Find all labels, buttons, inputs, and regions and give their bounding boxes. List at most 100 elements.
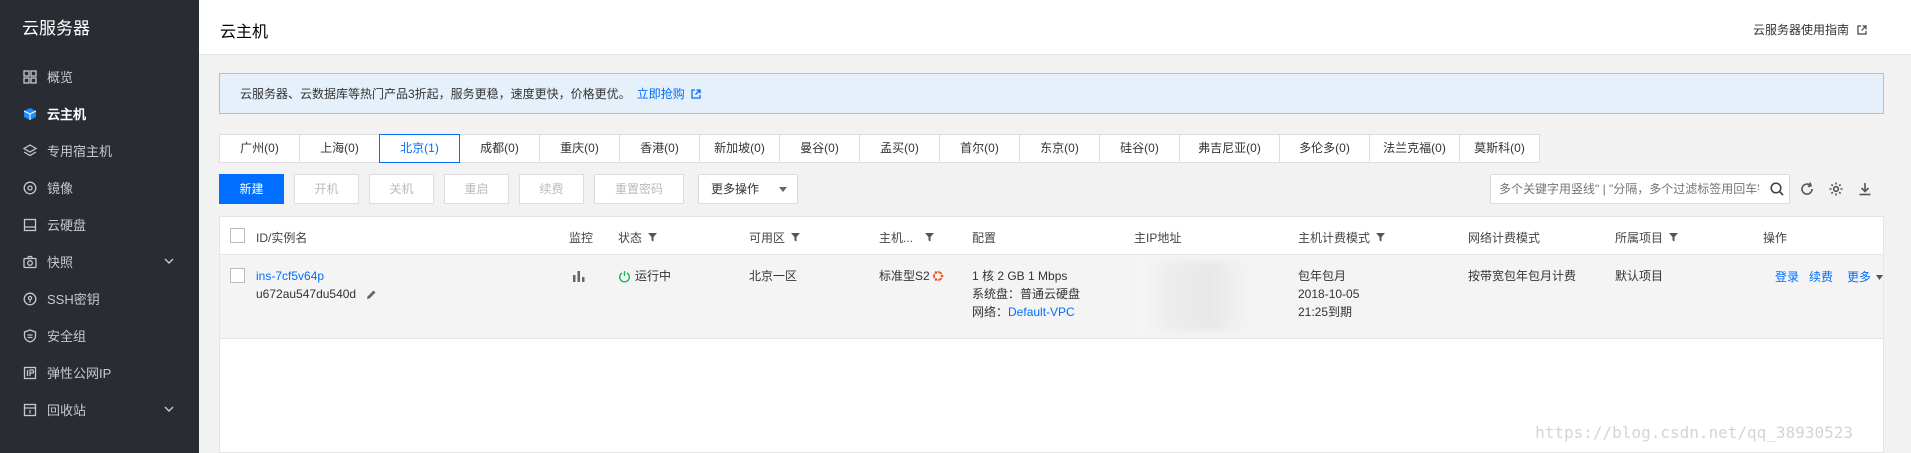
notice-text: 云服务器、云数据库等热门产品3折起，服务更稳，速度更快，价格更优。 xyxy=(240,87,631,101)
more-actions-link[interactable]: 更多 xyxy=(1847,268,1884,286)
sidebar-item-recycle-bin[interactable]: 回收站 xyxy=(0,391,199,428)
sidebar-item-label: 镜像 xyxy=(47,181,74,196)
shutdown-button[interactable]: 关机 xyxy=(369,174,434,204)
column-label: 监控 xyxy=(569,231,594,245)
column-header-project[interactable]: 所属项目 xyxy=(1615,229,1679,246)
search-input[interactable] xyxy=(1491,175,1759,203)
column-header-zone[interactable]: 可用区 xyxy=(749,229,801,246)
page-header: 云主机 云服务器使用指南 xyxy=(199,0,1911,55)
filter-icon[interactable] xyxy=(1669,233,1679,242)
network-billing-value: 按带宽包年包月计费 xyxy=(1468,269,1577,283)
new-button[interactable]: 新建 xyxy=(219,174,284,204)
select-all-checkbox[interactable] xyxy=(230,228,245,243)
region-tab-hongkong[interactable]: 香港(0) xyxy=(619,134,700,163)
renew-link[interactable]: 续费 xyxy=(1809,268,1833,286)
buy-now-link[interactable]: 立即抢购 xyxy=(637,85,701,102)
restart-button[interactable]: 重启 xyxy=(444,174,509,204)
billing-expire-time: 21:25到期 xyxy=(1298,305,1353,319)
column-label: 状态 xyxy=(618,231,643,245)
region-tab-chengdu[interactable]: 成都(0) xyxy=(459,134,540,163)
ip-icon xyxy=(22,365,38,381)
power-on-icon xyxy=(619,270,630,283)
region-tab-beijing[interactable]: 北京(1) xyxy=(379,134,460,163)
column-header-host-type[interactable]: 主机... xyxy=(879,229,935,246)
status-badge: 运行中 xyxy=(618,267,671,285)
config-system-disk: 系统盘：普通云硬盘 xyxy=(972,287,1081,301)
camera-icon xyxy=(22,254,38,270)
billing-expire-date: 2018-10-05 xyxy=(1298,287,1360,301)
config-network: 网络：Default-VPC xyxy=(972,303,1075,321)
row-checkbox[interactable] xyxy=(230,268,245,283)
promo-notice: 云服务器、云数据库等热门产品3折起，服务更稳，速度更快，价格更优。 立即抢购 xyxy=(219,73,1884,114)
search-box xyxy=(1490,174,1790,204)
region-tab-guangzhou[interactable]: 广州(0) xyxy=(219,134,300,163)
renew-button[interactable]: 续费 xyxy=(519,174,584,204)
vpc-link[interactable]: Default-VPC xyxy=(1008,305,1075,319)
sidebar-item-images[interactable]: 镜像 xyxy=(0,169,199,206)
refresh-icon[interactable] xyxy=(1799,181,1815,197)
instance-table: ID/实例名 监控 状态 可用区 主机... 配置 主IP地址 主机计费模式 网… xyxy=(219,216,1884,453)
region-tab-bangkok[interactable]: 曼谷(0) xyxy=(779,134,860,163)
monitor-chart-icon[interactable] xyxy=(572,269,586,283)
search-icon[interactable] xyxy=(1769,181,1785,197)
column-label: 可用区 xyxy=(749,231,786,245)
reset-password-button[interactable]: 重置密码 xyxy=(594,174,684,204)
gear-icon[interactable] xyxy=(1828,181,1844,197)
guide-link[interactable]: 云服务器使用指南 xyxy=(1753,21,1867,38)
region-tab-frankfurt[interactable]: 法兰克福(0) xyxy=(1369,134,1460,163)
login-link[interactable]: 登录 xyxy=(1775,268,1799,286)
filter-icon[interactable] xyxy=(925,233,935,242)
sidebar-item-cloud-disk[interactable]: 云硬盘 xyxy=(0,206,199,243)
content: 云服务器、云数据库等热门产品3折起，服务更稳，速度更快，价格更优。 立即抢购 广… xyxy=(219,73,1884,453)
sidebar-item-ssh-key[interactable]: SSH密钥 xyxy=(0,280,199,317)
sidebar-item-label: 弹性公网IP xyxy=(47,366,112,381)
column-header-network-billing: 网络计费模式 xyxy=(1468,229,1540,246)
more-actions-dropdown[interactable]: 更多操作 xyxy=(698,174,798,204)
region-tab-mumbai[interactable]: 孟买(0) xyxy=(859,134,940,163)
sidebar-item-label: 专用宿主机 xyxy=(47,144,113,159)
sidebar-item-label: 快照 xyxy=(47,255,74,270)
sidebar-item-label: 回收站 xyxy=(47,403,87,418)
instance-name-text: u672au547du540d xyxy=(256,287,357,301)
sidebar-item-dedicated-host[interactable]: 专用宿主机 xyxy=(0,132,199,169)
redacted-ip xyxy=(1137,261,1257,331)
region-tab-shanghai[interactable]: 上海(0) xyxy=(299,134,380,163)
column-label: 所属项目 xyxy=(1615,231,1664,245)
sidebar-item-snapshot[interactable]: 快照 xyxy=(0,243,199,280)
filter-icon[interactable] xyxy=(791,233,801,242)
region-tab-toronto[interactable]: 多伦多(0) xyxy=(1279,134,1370,163)
region-tabs: 广州(0) 上海(0) 北京(1) 成都(0) 重庆(0) 香港(0) 新加坡(… xyxy=(219,134,1540,163)
region-tab-silicon-valley[interactable]: 硅谷(0) xyxy=(1099,134,1180,163)
column-header-status[interactable]: 状态 xyxy=(618,229,658,246)
disc-icon xyxy=(22,180,38,196)
more-actions-label: 更多操作 xyxy=(711,182,760,196)
region-tab-tokyo[interactable]: 东京(0) xyxy=(1019,134,1100,163)
harddisk-icon xyxy=(22,217,38,233)
sidebar-item-label: SSH密钥 xyxy=(47,292,100,307)
region-tab-moscow[interactable]: 莫斯科(0) xyxy=(1459,134,1540,163)
grid-icon xyxy=(22,69,38,85)
region-tab-seoul[interactable]: 首尔(0) xyxy=(939,134,1020,163)
sidebar-item-elastic-ip[interactable]: 弹性公网IP xyxy=(0,354,199,391)
sidebar-item-security-group[interactable]: 安全组 xyxy=(0,317,199,354)
instance-id-link[interactable]: ins-7cf5v64p xyxy=(256,267,324,285)
column-header-billing[interactable]: 主机计费模式 xyxy=(1298,229,1386,246)
filter-icon[interactable] xyxy=(1376,233,1386,242)
download-icon[interactable] xyxy=(1857,181,1873,197)
config-network-label: 网络： xyxy=(972,305,1009,319)
edit-pencil-icon[interactable] xyxy=(366,289,377,300)
project-value: 默认项目 xyxy=(1615,269,1664,283)
guide-link-label: 云服务器使用指南 xyxy=(1752,23,1849,37)
sidebar-item-overview[interactable]: 概览 xyxy=(0,58,199,95)
region-tab-virginia[interactable]: 弗吉尼亚(0) xyxy=(1179,134,1280,163)
cube-icon xyxy=(22,106,38,122)
status-text: 运行中 xyxy=(635,269,672,283)
sidebar-item-cvm[interactable]: 云主机 xyxy=(0,95,199,132)
layers-icon xyxy=(22,143,38,159)
buy-now-label: 立即抢购 xyxy=(636,87,685,101)
region-tab-chongqing[interactable]: 重庆(0) xyxy=(539,134,620,163)
region-tab-singapore[interactable]: 新加坡(0) xyxy=(699,134,780,163)
column-label: 网络计费模式 xyxy=(1468,231,1541,245)
start-button[interactable]: 开机 xyxy=(294,174,359,204)
filter-icon[interactable] xyxy=(648,233,658,242)
